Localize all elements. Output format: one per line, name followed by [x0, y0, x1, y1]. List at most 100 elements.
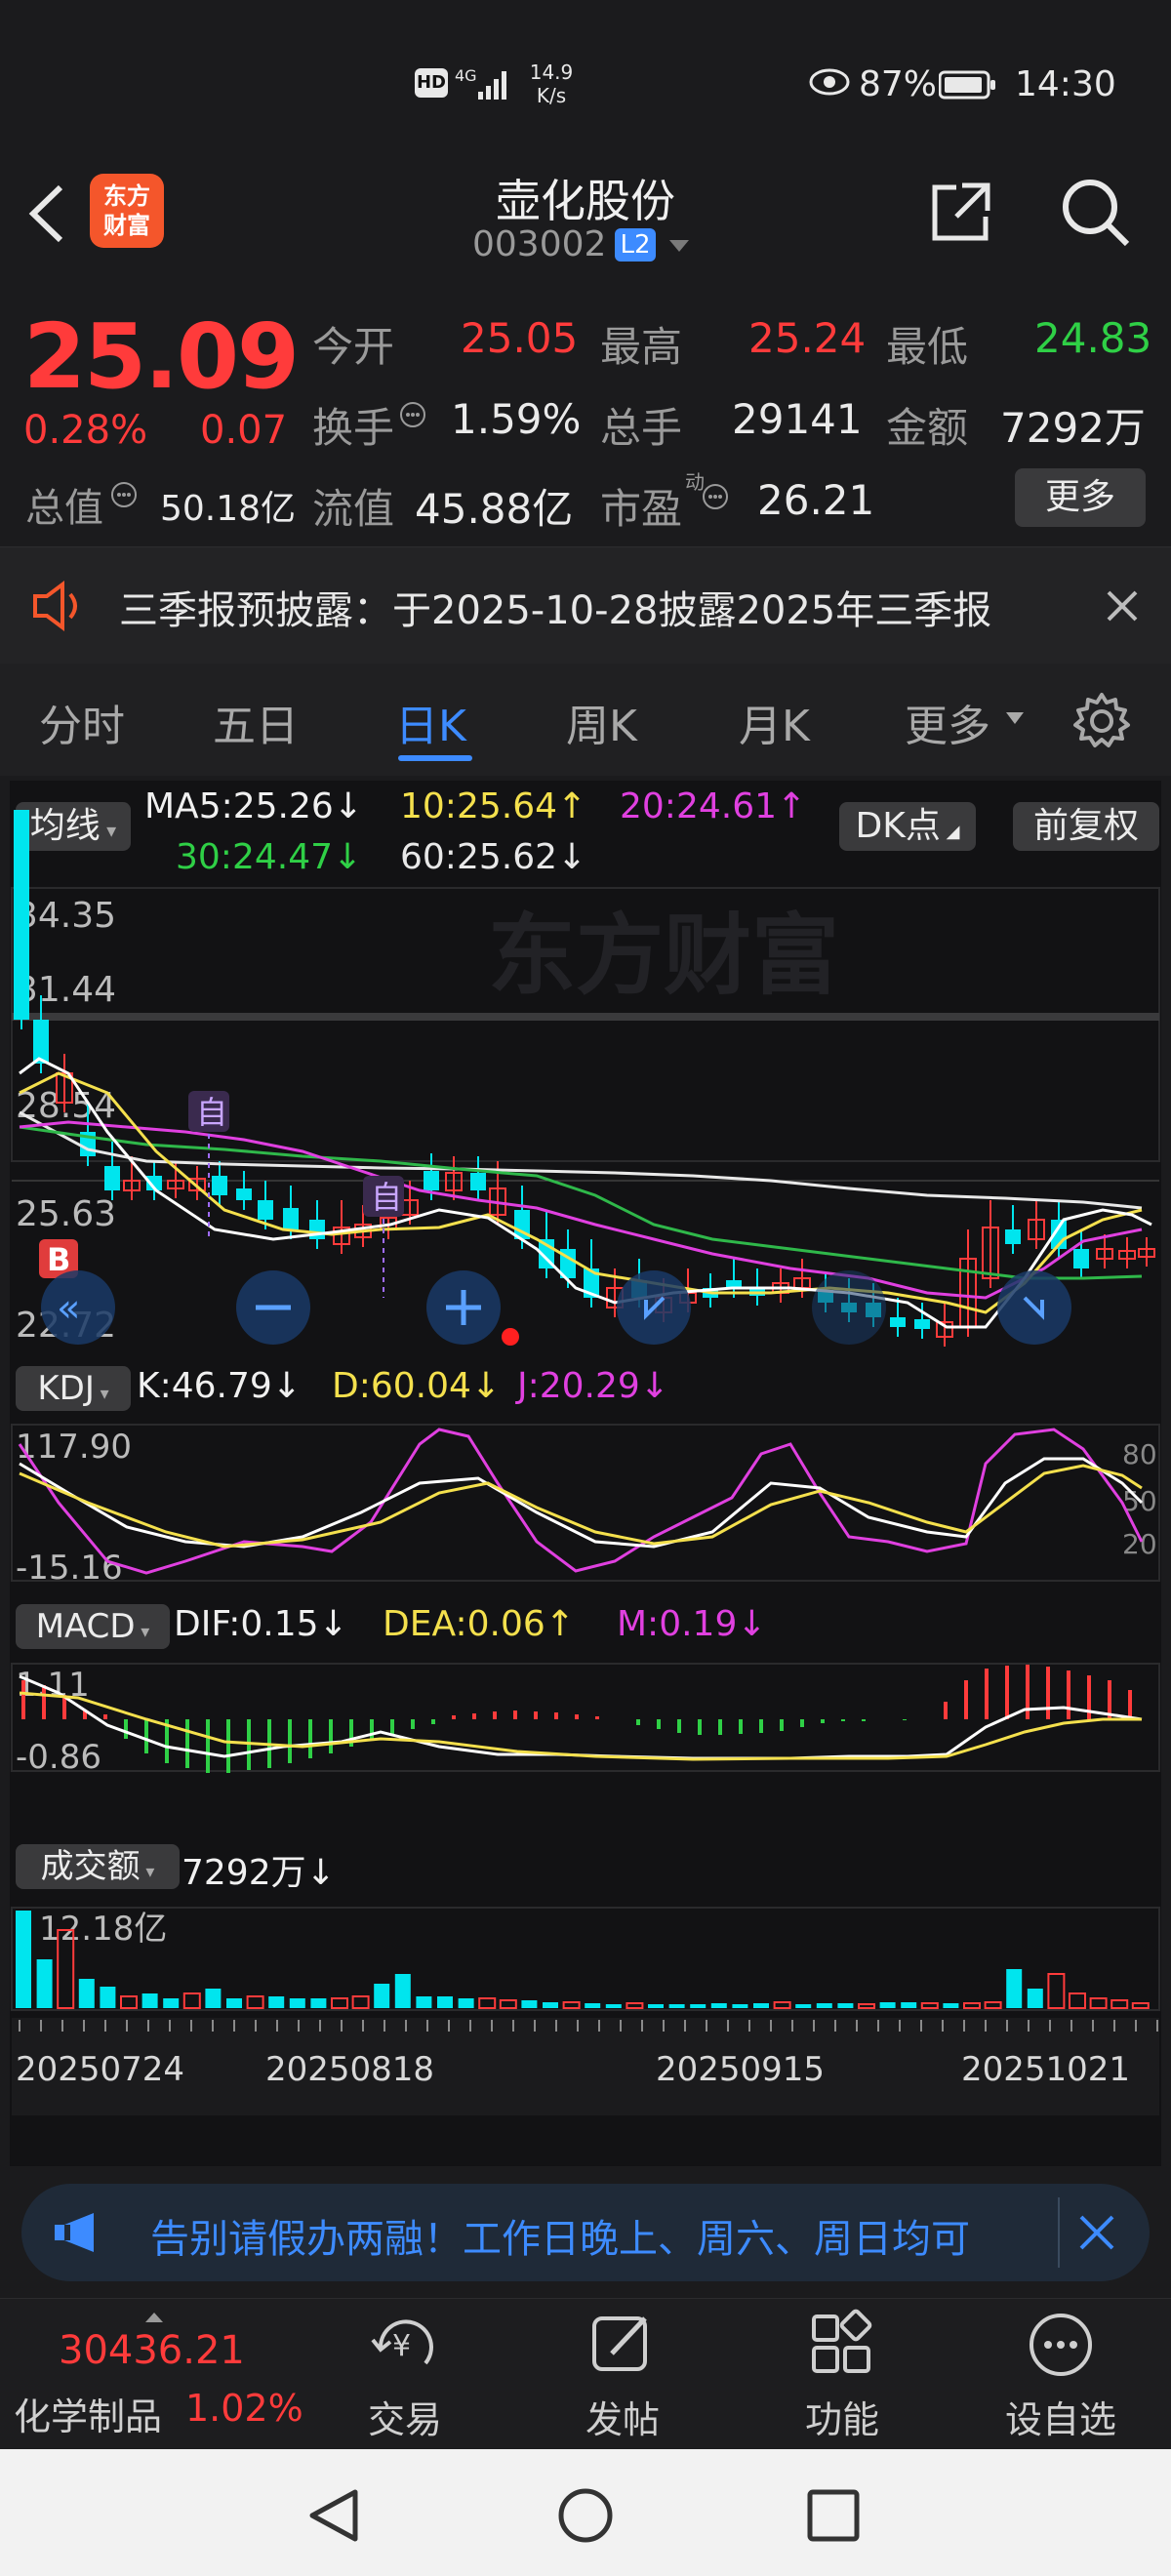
clock: 14:30 [1015, 64, 1116, 104]
network-type: 4G [455, 66, 477, 85]
volume-bar [226, 1998, 242, 2008]
close-notice-button[interactable] [1105, 588, 1140, 627]
volume-bar [1006, 1969, 1023, 2008]
volume-bar [858, 2003, 875, 2009]
chart-tabs: 分时 五日 日K 周K 月K 更多 [0, 664, 1171, 776]
volume-bar [605, 2004, 622, 2008]
volume-bar [690, 2004, 707, 2008]
promo-text: 告别请假办两融！工作日晚上、周六、周日均可 [150, 2217, 970, 2262]
info-icon[interactable] [109, 480, 139, 513]
amount-label: 金额 [886, 404, 969, 452]
sector-index-value[interactable]: 30436.21 [59, 2328, 245, 2373]
float-label: 流值 [312, 485, 395, 533]
circle-home-icon [558, 2488, 613, 2543]
stock-name: 壶化股份 [496, 175, 675, 227]
code-dropdown-icon[interactable] [667, 238, 691, 258]
share-icon [932, 182, 990, 241]
nav-function[interactable]: 功能 [754, 2309, 930, 2443]
macd-selector[interactable]: MACD ▾ [16, 1604, 170, 1649]
volume-bar [562, 2001, 581, 2009]
share-button[interactable] [927, 178, 995, 250]
vol-selector[interactable]: 成交额 ▾ [16, 1844, 180, 1889]
candle-body [212, 1176, 227, 1195]
status-bar: HD 4G 14.9 K/s 87% 14:30 [0, 0, 1171, 156]
volume-bar [16, 1911, 31, 2008]
zoom-in-button [426, 1270, 501, 1345]
info-icon[interactable] [398, 400, 427, 433]
y-label-2: 31.44 [16, 970, 116, 1010]
pe-label: 市盈 [600, 485, 683, 533]
mktcap-value: 50.18亿 [160, 489, 297, 529]
info-icon[interactable] [701, 482, 730, 515]
open-value: 25.05 [461, 314, 579, 362]
volume-bar [710, 2003, 727, 2008]
notice-bar[interactable]: 三季报预披露：于2025-10-28披露2025年三季报 [0, 546, 1171, 665]
tab-monthly-k[interactable]: 月K [739, 691, 810, 753]
volume-label: 总手 [600, 404, 683, 452]
megaphone-icon [51, 2211, 105, 2258]
hd-icon: HD [415, 68, 448, 98]
tab-daily-k[interactable]: 日K [395, 691, 466, 753]
self-mark-2-label: 自 [371, 1179, 402, 1216]
volume-bar [437, 1996, 453, 2008]
tab-more[interactable]: 更多 [905, 691, 990, 753]
close-promo-button[interactable] [1077, 2213, 1116, 2256]
kdj-selector[interactable]: KDJ ▾ [16, 1366, 131, 1411]
candle-body [14, 810, 29, 1020]
date-4: 20251021 [961, 2050, 1130, 2089]
volume-bar [1110, 1999, 1129, 2009]
volume-bar [963, 2002, 981, 2009]
sys-back-button[interactable] [304, 2486, 363, 2549]
sys-recents-button[interactable] [806, 2488, 861, 2547]
high-label: 最高 [600, 323, 683, 371]
volume-bar [246, 1995, 264, 2009]
battery-percent: 87% [859, 64, 938, 104]
ma10-line [19, 1071, 1143, 1314]
expand-up-icon[interactable] [144, 2309, 164, 2327]
volume-bar [773, 2001, 791, 2009]
tab-intraday[interactable]: 分时 [39, 691, 125, 753]
volume-bar [310, 1998, 327, 2008]
volume-bar [521, 2000, 538, 2008]
watermark: 东方财富 [488, 905, 839, 1007]
sector-name[interactable]: 化学制品 [14, 2387, 162, 2440]
chart-settings-button[interactable] [1071, 691, 1132, 755]
candle-body [1005, 1229, 1021, 1244]
volume-bar [1069, 1992, 1086, 2009]
volume-bar [478, 1997, 497, 2009]
macd-dif-value: DIF:0.15↓ [174, 1604, 348, 1644]
kdj-y-top: 117.90 [16, 1428, 132, 1467]
candle-body [890, 1317, 906, 1327]
more-dots-icon [1030, 2314, 1092, 2376]
promo-divider [1058, 2197, 1060, 2268]
signal-icon [476, 68, 511, 105]
volume-bars [16, 1911, 1150, 2009]
notice-text: 三季报预披露：于2025-10-28披露2025年三季报 [119, 588, 992, 633]
volume-bar [182, 1992, 201, 2009]
tab-more-dropdown-icon[interactable] [1005, 710, 1025, 729]
more-quote-button[interactable]: 更多 [1015, 468, 1146, 527]
last-price: 25.09 [23, 304, 300, 409]
tab-five-day[interactable]: 五日 [213, 691, 299, 753]
nav-add-watchlist[interactable]: 设自选 [973, 2309, 1149, 2443]
volume-bar [100, 1987, 116, 2008]
volume-bar [837, 2003, 854, 2008]
tab-active-indicator [398, 755, 472, 761]
volume-bar [141, 1993, 158, 2008]
l2-badge[interactable]: L2 [615, 228, 656, 262]
net-speed: 14.9 K/s [529, 60, 574, 107]
change-amount: 0.07 [200, 408, 288, 453]
kline-chart-area[interactable]: 均线 ▾ MA5:25.26↓ 10:25.64↑ 20:24.61↑ 30:2… [10, 781, 1161, 2166]
sys-home-button[interactable] [556, 2486, 615, 2549]
promo-banner[interactable]: 告别请假办两融！工作日晚上、周六、周日均可 [21, 2184, 1150, 2281]
nav-trade[interactable]: ¥ 交易 [317, 2309, 493, 2443]
volume-bar [289, 1998, 305, 2008]
nav-post[interactable]: 发帖 [535, 2309, 710, 2443]
y-label-top: 34.35 [16, 896, 116, 936]
change-percent: 0.28% [23, 408, 148, 453]
macd-m-value: M:0.19↓ [617, 1604, 767, 1644]
volume-bar [351, 1995, 370, 2009]
search-button[interactable] [1059, 176, 1132, 253]
tab-weekly-k[interactable]: 周K [566, 691, 637, 753]
macd-y-bottom: -0.86 [16, 1738, 101, 1777]
